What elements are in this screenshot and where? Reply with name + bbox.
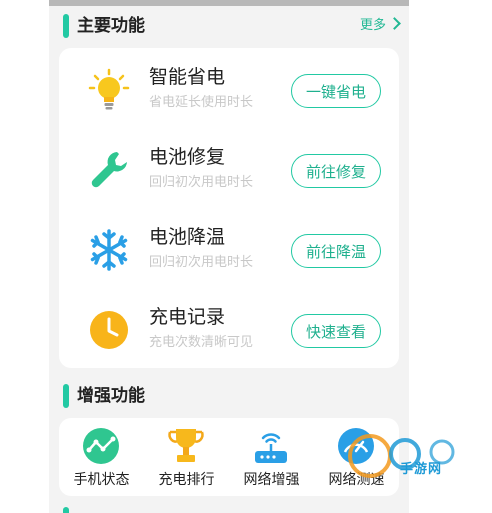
battery-repair-button[interactable]: 前往修复 [291, 154, 381, 188]
feature-battery-cooling: 电池降温 回归初次用电时长 前往降温 [59, 210, 399, 290]
main-features-title: 主要功能 [77, 16, 145, 36]
more-label: 更多 [359, 18, 386, 33]
charge-records-button[interactable]: 快速查看 [291, 314, 381, 348]
router-icon [255, 433, 287, 463]
feature-subtitle: 省电延长使用时长 [149, 95, 254, 110]
battery-cooling-button[interactable]: 前往降温 [291, 234, 381, 268]
feature-title: 电池修复 [149, 146, 226, 168]
feature-charge-records: 充电记录 充电次数清晰可见 快速查看 [59, 290, 399, 370]
clock-icon [90, 311, 128, 349]
wrench-icon [91, 152, 127, 188]
feature-subtitle: 回归初次用电时长 [149, 255, 254, 270]
enhanced-features-title: 增强功能 [77, 386, 145, 406]
more-link[interactable]: 更多 [359, 17, 401, 35]
smart-saving-button[interactable]: 一键省电 [291, 74, 381, 108]
feature-title: 智能省电 [149, 66, 226, 88]
tool-label: 手机状态 [73, 472, 130, 488]
tool-charge-ranking[interactable]: 充电排行 [144, 418, 229, 492]
status-bar [49, 0, 409, 6]
main-features-header: 主要功能 更多 [49, 8, 409, 42]
feature-title: 电池降温 [149, 226, 226, 248]
section-accent-bar [63, 384, 69, 408]
feature-subtitle: 回归初次用电时长 [149, 175, 254, 190]
section-accent-bar [63, 14, 69, 38]
snowflake-icon [90, 229, 128, 271]
feature-title: 充电记录 [149, 306, 226, 328]
enhanced-features-header: 增强功能 [49, 378, 409, 412]
tool-phone-status[interactable]: 手机状态 [59, 418, 144, 492]
main-features-card: 智能省电 省电延长使用时长 一键省电 电池修复 回归初次用电时长 前往修复 电池… [59, 48, 399, 368]
lightbulb-icon [88, 68, 130, 110]
chevron-right-icon [388, 17, 401, 30]
watermark-text: 手游网 [400, 462, 443, 477]
tool-network-boost[interactable]: 网络增强 [229, 418, 314, 492]
phone-status-icon [83, 428, 119, 464]
feature-smart-saving: 智能省电 省电延长使用时长 一键省电 [59, 50, 399, 130]
feature-battery-repair: 电池修复 回归初次用电时长 前往修复 [59, 130, 399, 210]
trophy-icon [168, 429, 204, 462]
section-accent-bar [63, 507, 69, 513]
tool-label: 网络增强 [243, 472, 300, 488]
tool-label: 充电排行 [158, 472, 215, 488]
feature-subtitle: 充电次数清晰可见 [149, 335, 254, 350]
